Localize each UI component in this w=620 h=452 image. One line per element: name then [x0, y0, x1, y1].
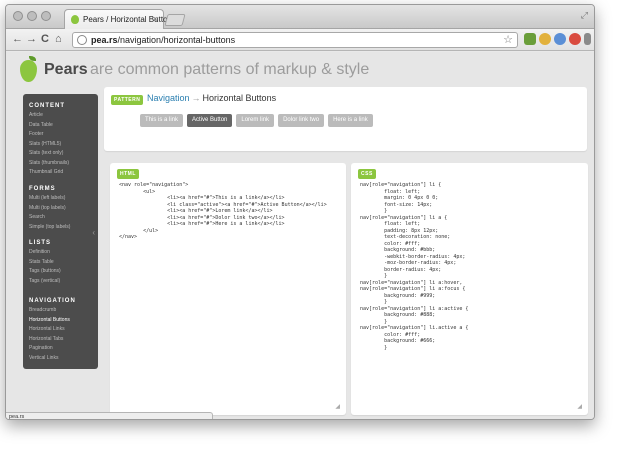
address-bar[interactable]: pea.rs/navigation/horizontal-buttons ☆	[72, 32, 518, 48]
sidebar-item-simple-top-labels[interactable]: Simple (top labels)	[29, 223, 95, 233]
sidebar-item-tags-vertical[interactable]: Tags (vertical)	[29, 277, 95, 287]
back-button[interactable]: ←	[12, 33, 23, 46]
sidebar-item-stats-table[interactable]: Stats Table	[29, 258, 95, 268]
reload-button[interactable]: C	[41, 33, 49, 46]
demo-button-lorem-link[interactable]: Lorem link	[236, 114, 275, 127]
new-tab-button[interactable]	[164, 14, 186, 26]
status-bar: pea.rs	[6, 412, 213, 419]
sidebar-item-horizontal-tabs[interactable]: Horizontal Tabs	[29, 335, 95, 345]
breadcrumb-category-link[interactable]: Navigation	[147, 93, 190, 103]
sidebar-item-thumbnail-grid[interactable]: Thumbnail Grid	[29, 168, 95, 178]
breadcrumb: Navigation → Horizontal Buttons	[147, 93, 276, 103]
sidebar-item-definition[interactable]: Definition	[29, 248, 95, 258]
css-badge: CSS	[358, 169, 376, 179]
tab-close-icon[interactable]: ×	[153, 14, 158, 24]
demo-button-nav: This is a link Active Button Lorem link …	[140, 114, 377, 127]
site-name[interactable]: Pears	[44, 61, 88, 79]
demo-button-this-is-a-link[interactable]: This is a link	[140, 114, 184, 127]
sidebar-section-content: CONTENT Article Data Table Footer Slats …	[29, 102, 95, 178]
extension-icon-3[interactable]	[554, 33, 566, 45]
home-button[interactable]: ⌂	[55, 33, 62, 46]
resize-grip-icon[interactable]: ◢	[335, 403, 340, 410]
breadcrumb-arrow-icon: →	[191, 93, 201, 103]
demo-button-active[interactable]: Active Button	[187, 114, 233, 127]
resize-grip-icon[interactable]: ◢	[577, 403, 582, 410]
css-code-textarea[interactable]: nav[role="navigation"] li { float: left;…	[360, 182, 468, 351]
html-code-textarea[interactable]: <nav role="navigation"> <ul> <li><a href…	[119, 182, 327, 241]
wrench-icon[interactable]	[584, 33, 591, 45]
sidebar-section-navigation: NAVIGATION Breadcrumb Horizontal Buttons…	[29, 297, 95, 363]
site-tagline: are common patterns of markup & style	[90, 61, 370, 78]
css-code-panel: CSS nav[role="navigation"] li { float: l…	[351, 163, 588, 415]
sidebar-item-horizontal-links[interactable]: Horizontal Links	[29, 325, 95, 335]
sidebar-item-vertical-links[interactable]: Vertical Links	[29, 354, 95, 364]
browser-toolbar: ← → C ⌂ pea.rs/navigation/horizontal-but…	[6, 29, 594, 51]
sidebar-section-title: NAVIGATION	[29, 298, 76, 304]
sidebar-item-slats-thumbnails[interactable]: Slats (thumbnails)	[29, 159, 95, 169]
tab-title: Pears / Horizontal Buttons	[83, 15, 176, 24]
minimize-window-button[interactable]	[27, 11, 37, 21]
sidebar-item-article[interactable]: Article	[29, 111, 95, 121]
sidebar-item-pagination[interactable]: Pagination	[29, 344, 95, 354]
sidebar-item-footer[interactable]: Footer	[29, 130, 95, 140]
page-title: Horizontal Buttons	[202, 93, 277, 103]
sidebar-section-title: LISTS	[29, 240, 52, 246]
sidebar-section-title: FORMS	[29, 186, 56, 192]
sidebar-item-multi-left-labels[interactable]: Multi (left labels)	[29, 194, 95, 204]
zoom-window-button[interactable]	[41, 11, 51, 21]
title-bar: Pears / Horizontal Buttons × ⤢	[6, 5, 594, 29]
page-viewport: Pears are common patterns of markup & st…	[6, 52, 594, 419]
sidebar-item-tags-buttons[interactable]: Tags (buttons)	[29, 267, 95, 277]
pattern-card: PATTERN Navigation → Horizontal Buttons Th…	[104, 87, 587, 151]
sidebar-item-search[interactable]: Search	[29, 213, 95, 223]
pear-logo-icon	[20, 60, 37, 82]
sidebar-section-title: CONTENT	[29, 103, 65, 109]
url-text: pea.rs/navigation/horizontal-buttons	[91, 35, 236, 45]
extension-icon-2[interactable]	[539, 33, 551, 45]
bookmark-star-icon[interactable]: ☆	[503, 33, 513, 46]
extension-icon-4[interactable]	[569, 33, 581, 45]
pear-favicon-icon	[71, 15, 79, 24]
sidebar-item-slats-html5[interactable]: Slats (HTML5)	[29, 140, 95, 150]
sidebar-collapse-icon[interactable]: ‹	[92, 228, 95, 237]
sidebar-item-data-table[interactable]: Data Table	[29, 121, 95, 131]
fullscreen-icon[interactable]: ⤢	[581, 10, 588, 21]
demo-button-dolor-link-two[interactable]: Dolor link two	[278, 114, 325, 127]
sidebar-item-slats-text-only[interactable]: Slats (text only)	[29, 149, 95, 159]
browser-window: Pears / Horizontal Buttons × ⤢ ← → C ⌂ p…	[5, 4, 595, 420]
pattern-badge: PATTERN	[111, 95, 144, 105]
sidebar: CONTENT Article Data Table Footer Slats …	[23, 94, 98, 369]
sidebar-section-forms: FORMS Multi (left labels) Multi (top lab…	[29, 185, 95, 232]
sidebar-item-multi-top-labels[interactable]: Multi (top labels)	[29, 204, 95, 214]
sidebar-item-breadcrumb[interactable]: Breadcrumb	[29, 306, 95, 316]
html-badge: HTML	[117, 169, 139, 179]
close-window-button[interactable]	[13, 11, 23, 21]
globe-icon	[77, 35, 87, 45]
sidebar-item-horizontal-buttons[interactable]: Horizontal Buttons	[29, 316, 95, 326]
extension-icon-1[interactable]	[524, 33, 536, 45]
browser-tab[interactable]: Pears / Horizontal Buttons ×	[64, 9, 176, 29]
html-code-panel: HTML <nav role="navigation"> <ul> <li><a…	[110, 163, 346, 415]
demo-button-here-is-a-link[interactable]: Here is a link	[328, 114, 373, 127]
forward-button[interactable]: →	[26, 33, 37, 46]
sidebar-section-lists: LISTS Definition Stats Table Tags (butto…	[29, 239, 95, 286]
